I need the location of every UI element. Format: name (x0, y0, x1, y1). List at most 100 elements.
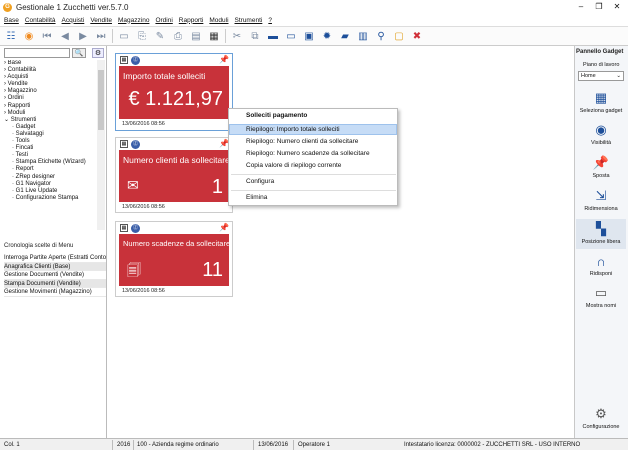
restore-button[interactable]: ❐ (590, 0, 608, 14)
menu-moduli[interactable]: Moduli (209, 17, 228, 24)
pin-icon[interactable]: 📌 (219, 55, 229, 64)
briefcase-icon[interactable]: ▰ (338, 29, 352, 43)
tree-item[interactable]: › Rapporti (4, 103, 96, 110)
settings-icon[interactable]: ✹ (320, 29, 334, 43)
menu-base[interactable]: Base (4, 17, 19, 24)
rearrange-button[interactable]: ∩ Ridisponi (576, 253, 626, 278)
tree-item[interactable]: · ZRep designer (4, 174, 96, 181)
menu-contabilita[interactable]: Contabilità (25, 17, 56, 24)
close-icon[interactable]: ✖ (410, 29, 424, 43)
history-item[interactable]: Anagrafica Clienti (Base) (4, 262, 106, 272)
move-button[interactable]: 📌 Sposta (576, 155, 626, 179)
menu-acquisti[interactable]: Acquisti (62, 17, 85, 24)
zucchetti-logo-icon: Ⓩ (131, 223, 140, 233)
gadget-clienti-sollecitare[interactable]: ▦ Ⓩ 📌 Numero clienti da sollecitare ✉ 1 … (115, 137, 233, 213)
tree-item[interactable]: · Report (4, 166, 96, 173)
chart-icon[interactable]: ▥ (356, 29, 370, 43)
tree-options-icon[interactable]: ⚙ (92, 48, 104, 58)
cut-icon[interactable]: ✂ (230, 29, 244, 43)
tree-item[interactable]: › Contabilità (4, 67, 96, 74)
history-item[interactable]: Stampa Documenti (Vendite) (4, 279, 106, 289)
tree-item[interactable]: › Magazzino (4, 88, 96, 95)
tree-item[interactable]: ⌄ Strumenti (4, 117, 96, 124)
menu-vendite[interactable]: Vendite (90, 17, 112, 24)
menu-separator (231, 174, 396, 175)
gadget-title: Numero scadenze da sollecitare (123, 239, 231, 248)
gadget-value: 1 (211, 176, 223, 198)
tree-item[interactable]: · G1 Live Update (4, 188, 96, 195)
tree-item[interactable]: › Base (4, 60, 96, 67)
menu-ordini[interactable]: Ordini (155, 17, 172, 24)
next-icon[interactable]: ▶ (76, 29, 90, 43)
tree-scrollbar[interactable] (97, 60, 105, 230)
first-icon[interactable]: ⏮ (40, 29, 54, 43)
menu-help[interactable]: ? (268, 17, 272, 24)
tree-item[interactable]: › Acquisti (4, 74, 96, 81)
visibility-button[interactable]: ◉ Visibilità (576, 122, 626, 146)
tree-item[interactable]: · Salvataggi (4, 131, 96, 138)
gadget-importo-solleciti[interactable]: ▦ Ⓩ 📌 Importo totale solleciti € 1.121,9… (115, 53, 233, 131)
history-item[interactable]: Gestione Movimenti (Magazzino) (4, 288, 106, 297)
tree-item[interactable]: · Testi (4, 152, 96, 159)
menu-item-copia-valore[interactable]: Copia valore di riepilogo corrente (246, 162, 341, 169)
clip-icon[interactable]: ⚲ (374, 29, 388, 43)
scrollbar-thumb[interactable] (98, 70, 104, 130)
close-window-button[interactable]: ✕ (608, 0, 626, 14)
free-position-icon: ▚ (596, 221, 606, 236)
folder-icon[interactable]: ▢ (392, 29, 406, 43)
new-doc-icon[interactable]: ▭ (117, 29, 131, 43)
tree-item[interactable]: › Moduli (4, 110, 96, 117)
resize-icon: ⇲ (595, 188, 607, 203)
tree-item[interactable]: · Gadget (4, 124, 96, 131)
tree-item[interactable]: · Configurazione Stampa (4, 195, 96, 202)
configuration-button[interactable]: ⚙ Configurazione (576, 406, 626, 430)
grid-icon: ▦ (120, 56, 128, 64)
menu-item-configura[interactable]: Configura (246, 178, 274, 185)
minimize-button[interactable]: – (572, 0, 590, 14)
tree-item[interactable]: › Ordini (4, 95, 96, 102)
menu-rapporti[interactable]: Rapporti (179, 17, 204, 24)
workspace-select[interactable]: Home ⌄ (578, 71, 624, 81)
tree-item[interactable]: · Fincati (4, 145, 96, 152)
zucchetti-logo-icon: Ⓩ (131, 139, 140, 149)
button-label: Ridisponi (589, 271, 613, 277)
gadget-scadenze-sollecitare[interactable]: ▦ Ⓩ 📌 Numero scadenze da sollecitare 🗐 1… (115, 221, 233, 297)
edit-icon[interactable]: ✎ (153, 29, 167, 43)
window-icon[interactable]: ▬ (266, 29, 280, 43)
tree-item[interactable]: · Tools (4, 138, 96, 145)
window2-icon[interactable]: ▭ (284, 29, 298, 43)
documents-icon: 🗐 (127, 262, 141, 278)
menu-item-riepilogo-importo[interactable]: Riepilogo: Importo totale solleciti (246, 126, 340, 133)
rss-icon[interactable]: ◉ (22, 29, 36, 43)
pin-icon[interactable]: 📌 (219, 223, 229, 232)
tree-item[interactable]: · G1 Navigator (4, 181, 96, 188)
menu-item-riepilogo-scadenze[interactable]: Riepilogo: Numero scadenze da sollecitar… (246, 150, 370, 157)
menu-tree-icon[interactable]: ☷ (4, 29, 18, 43)
search-icon[interactable]: 🔍 (72, 48, 86, 58)
tree-item[interactable]: › Vendite (4, 81, 96, 88)
menu-item-elimina[interactable]: Elimina (246, 194, 267, 201)
select-gadget-button[interactable]: ▦ Seleziona gadget (576, 90, 626, 114)
menu-item-riepilogo-clienti[interactable]: Riepilogo: Numero clienti da sollecitare (246, 138, 358, 145)
zucchetti-logo-icon: Ⓩ (131, 55, 140, 65)
history-item[interactable]: Interroga Partite Aperte (Estratti Conto… (4, 254, 106, 263)
divider (133, 440, 134, 450)
last-icon[interactable]: ⏭ (94, 29, 108, 43)
resize-button[interactable]: ⇲ Ridimensiona (576, 188, 626, 212)
copy-icon[interactable]: ⧉ (248, 29, 262, 43)
page-icon[interactable]: ▤ (189, 29, 203, 43)
window3-icon[interactable]: ▣ (302, 29, 316, 43)
tree-item[interactable]: · Stampa Etichette (Wizard) (4, 159, 96, 166)
free-position-button[interactable]: ▚ Posizione libera (576, 219, 626, 249)
preview-icon[interactable]: ⎘ (135, 29, 149, 43)
show-names-button[interactable]: ▭ Mostra nomi (576, 285, 626, 309)
calculator-icon[interactable]: ▦ (207, 29, 221, 43)
button-label: Mostra nomi (585, 303, 617, 309)
menu-magazzino[interactable]: Magazzino (118, 17, 149, 24)
menu-strumenti[interactable]: Strumenti (235, 17, 263, 24)
history-item[interactable]: Gestione Documenti (Vendite) (4, 271, 106, 280)
prev-icon[interactable]: ◀ (58, 29, 72, 43)
grid-icon: ▦ (594, 90, 608, 105)
menu-search-input[interactable] (4, 48, 70, 58)
print-icon[interactable]: ⎙ (171, 29, 185, 43)
